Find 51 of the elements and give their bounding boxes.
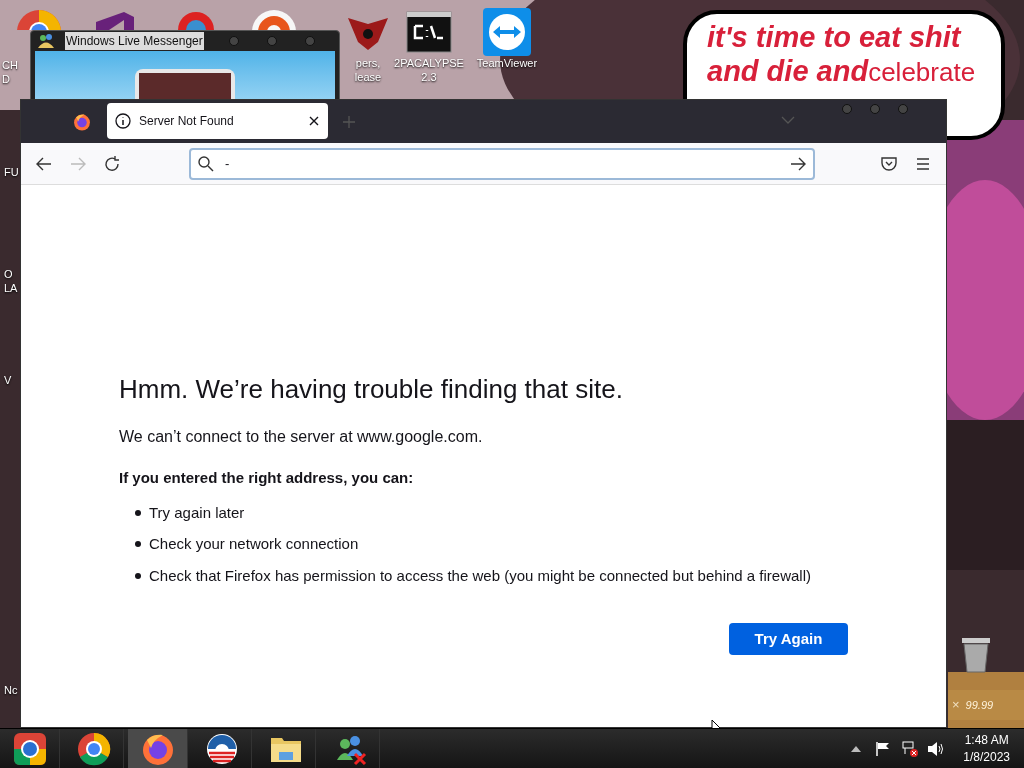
icon-label: V	[4, 373, 12, 388]
icon-label: pers,	[355, 56, 381, 70]
icon-label: lease	[354, 70, 382, 84]
icon-label: TeamViewer	[476, 56, 538, 70]
speaker-icon[interactable]	[927, 740, 946, 757]
suggestion-text: Try again later	[149, 502, 245, 523]
icon-label: CH	[2, 58, 18, 72]
icon-label: FU	[4, 165, 19, 180]
icon-label: D	[2, 72, 10, 86]
bullet-icon	[135, 572, 141, 579]
info-icon	[115, 113, 131, 129]
clock-time: 1:48 AM	[964, 731, 1009, 749]
pocket-icon[interactable]	[880, 154, 898, 173]
people-icon	[37, 33, 55, 49]
search-icon	[197, 154, 215, 173]
icon-label: O	[4, 267, 13, 282]
clock[interactable]: 1:48 AM 1/8/2023	[963, 731, 1010, 766]
sunrise-icon	[204, 731, 239, 766]
suggestion-text: Check that Firefox has permission to access the web (you might be connected but behind a firewall)	[149, 565, 811, 586]
error-subheading: If you entered the right address, you can:	[119, 468, 415, 488]
fox-icon[interactable]	[73, 113, 91, 131]
error-heading: Hmm. We’re having trouble finding that site.	[119, 373, 624, 405]
bubble-text: and die and	[707, 54, 869, 88]
tab-title: Server Not Found	[139, 113, 235, 130]
error-message: We can’t connect to the server at www.google.com.	[119, 427, 484, 447]
bubble-text: it's time to eat shit	[707, 20, 961, 54]
clock-date: 1/8/2023	[963, 748, 1010, 766]
reload-icon[interactable]	[103, 154, 121, 173]
address-bar[interactable]: -	[189, 147, 815, 180]
icon-label: Nc	[4, 683, 18, 698]
browser-tab[interactable]: Server Not Found	[107, 103, 328, 139]
window-title: Windows Live Messenger	[65, 32, 204, 50]
arrows-icon[interactable]	[483, 8, 531, 56]
widget-value: 99.99	[965, 697, 994, 713]
bubble-text: celebrate	[868, 56, 976, 89]
chrome-icon	[76, 731, 111, 766]
taskbar-button[interactable]	[128, 728, 188, 768]
bullet-icon	[135, 509, 141, 516]
bullet-icon	[135, 541, 141, 548]
suggestion-text: Check your network connection	[149, 534, 359, 554]
icon-label: LA	[4, 281, 18, 296]
network-error-icon[interactable]	[901, 739, 920, 758]
address-input[interactable]: -	[225, 153, 779, 174]
chrome-icon	[12, 731, 47, 766]
terminal-icon[interactable]	[405, 8, 453, 56]
flag-icon[interactable]	[875, 740, 892, 757]
close-icon[interactable]	[308, 115, 320, 127]
icon-label: 2.3	[421, 70, 437, 84]
try-again-button[interactable]: Try Again	[729, 623, 848, 655]
icon-label: 2PACALYPSE	[394, 56, 464, 70]
caret-icon[interactable]	[851, 745, 862, 752]
